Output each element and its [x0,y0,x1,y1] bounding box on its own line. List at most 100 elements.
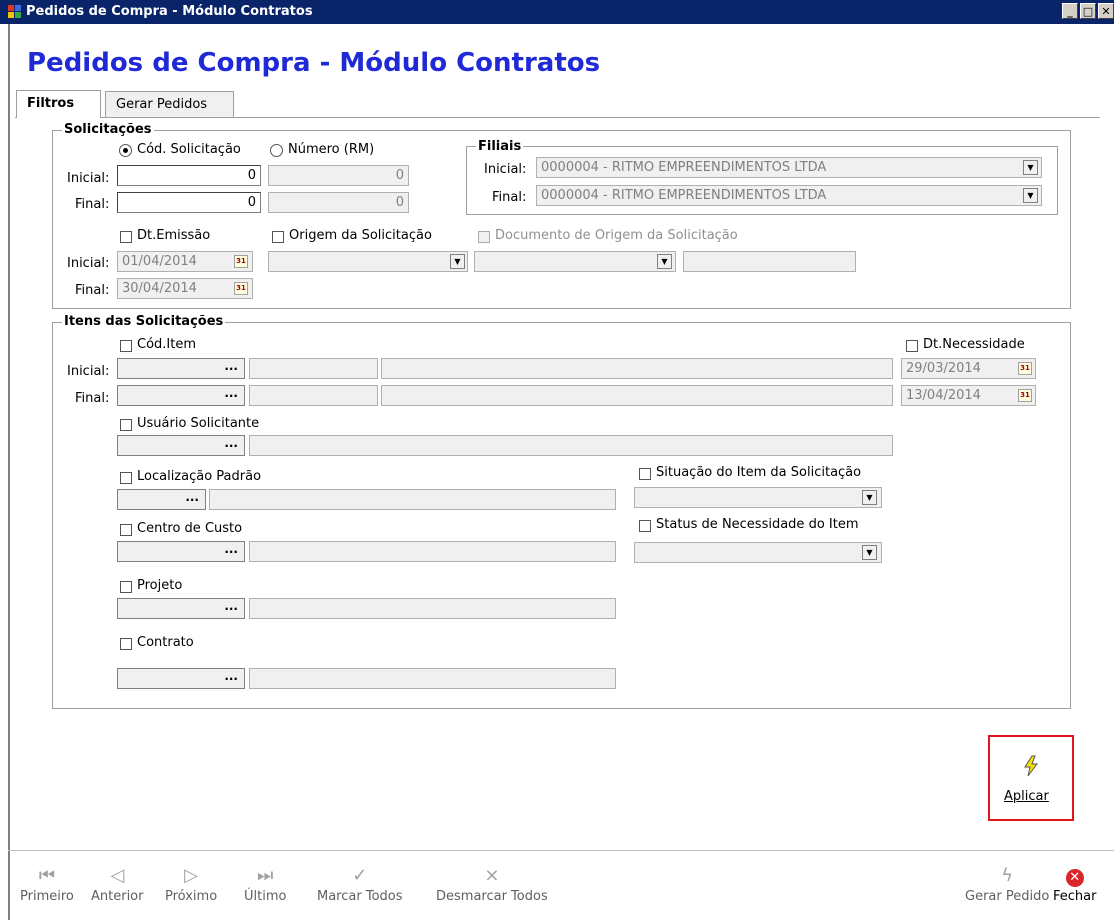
chevron-down-icon[interactable]: ▼ [1023,188,1038,203]
numero-rm-inicial-input[interactable]: 0 [268,165,409,186]
situacao-select[interactable] [634,487,882,508]
chevron-down-icon[interactable]: ▼ [657,254,672,269]
item-final-desc [381,385,893,406]
cod-item-checkbox[interactable] [120,340,132,352]
calendar-icon[interactable]: 31 [234,282,248,295]
proximo-label: Próximo [165,889,218,904]
centro-custo-lookup[interactable]: ... [117,541,245,562]
projeto-lookup[interactable]: ... [117,598,245,619]
documento-origem-select[interactable] [474,251,676,272]
cod-solicitacao-inicial-input[interactable]: 0 [117,165,261,186]
desmarcar-todos-label: Desmarcar Todos [436,889,548,904]
anterior-button[interactable]: ◁ Anterior [91,863,143,904]
contrato-lookup[interactable]: ... [117,668,245,689]
primeiro-label: Primeiro [20,889,74,904]
usuario-desc [249,435,893,456]
item-inicial-code[interactable] [249,358,378,379]
documento-origem-checkbox[interactable] [478,231,490,243]
lightning-icon: ϟ [1001,865,1014,886]
localizacao-checkbox[interactable] [120,472,132,484]
status-checkbox[interactable] [639,520,651,532]
contrato-desc [249,668,616,689]
chevron-down-icon[interactable]: ▼ [862,490,877,505]
itens-group [52,322,1071,709]
first-record-icon: ⏮ [38,865,56,886]
documento-origem-label: Documento de Origem da Solicitação [495,228,738,243]
origem-checkbox[interactable] [272,231,284,243]
calendar-icon[interactable]: 31 [1018,389,1032,402]
close-icon: ✕ [1053,863,1096,889]
status-select[interactable] [634,542,882,563]
dt-emissao-inicial-input[interactable]: 01/04/2014 [117,251,253,272]
calendar-icon[interactable]: 31 [1018,362,1032,375]
numero-rm-final-input[interactable]: 0 [268,192,409,213]
calendar-icon[interactable]: 31 [234,255,248,268]
filial-inicial-select[interactable]: 0000004 - RITMO EMPREENDIMENTOS LTDA [536,157,1042,178]
minimize-button[interactable]: _ [1062,3,1078,19]
item-final-lookup[interactable]: ... [117,385,245,406]
primeiro-button[interactable]: ⏮ Primeiro [20,863,74,904]
localizacao-lookup[interactable]: ... [117,489,206,510]
dt-emissao-final-input[interactable]: 30/04/2014 [117,278,253,299]
chevron-down-icon[interactable]: ▼ [862,545,877,560]
usuario-checkbox[interactable] [120,419,132,431]
centro-custo-checkbox[interactable] [120,524,132,536]
contrato-checkbox[interactable] [120,638,132,650]
ultimo-button[interactable]: ⏭ Último [244,863,286,904]
cod-solicitacao-final-input[interactable]: 0 [117,192,261,213]
gerar-pedido-label: Gerar Pedido [965,889,1050,904]
item-inicial-desc [381,358,893,379]
lightning-icon [1024,755,1038,777]
usuario-lookup[interactable]: ... [117,435,245,456]
dt-inicial-label: Inicial: [67,256,110,271]
window-title-bar[interactable]: Pedidos de Compra - Módulo Contratos _ □… [0,0,1114,24]
radio-cod-solicitacao[interactable] [119,144,132,157]
origem-label: Origem da Solicitação [289,228,432,243]
next-record-icon: ▷ [184,865,198,886]
localizacao-label: Localização Padrão [137,469,262,484]
tab-gerar-pedidos[interactable]: Gerar Pedidos [105,91,234,118]
dt-emissao-checkbox[interactable] [120,231,132,243]
dt-necessidade-final-input[interactable]: 13/04/2014 [901,385,1036,406]
usuario-label: Usuário Solicitante [137,416,260,431]
dt-emissao-label: Dt.Emissão [137,228,211,243]
proximo-button[interactable]: ▷ Próximo [165,863,217,904]
maximize-button[interactable]: □ [1080,3,1096,19]
dt-final-label: Final: [75,283,110,298]
localizacao-desc [209,489,616,510]
filial-final-select[interactable]: 0000004 - RITMO EMPREENDIMENTOS LTDA [536,185,1042,206]
desmarcar-todos-button[interactable]: ⨯ Desmarcar Todos [436,863,548,904]
item-final-label: Final: [75,391,110,406]
last-record-icon: ⏭ [257,865,274,886]
check-all-icon: ✓ [352,865,368,886]
radio-numero-rm[interactable] [270,144,283,157]
marcar-todos-label: Marcar Todos [317,889,403,904]
tab-filtros[interactable]: Filtros [16,90,101,118]
projeto-checkbox[interactable] [120,581,132,593]
previous-record-icon: ◁ [110,865,125,886]
solicitacoes-legend: Solicitações [62,122,154,137]
filial-final-label: Final: [492,190,527,205]
dt-necessidade-inicial-input[interactable]: 29/03/2014 [901,358,1036,379]
dt-necessidade-checkbox[interactable] [906,340,918,352]
chevron-down-icon[interactable]: ▼ [1023,160,1038,175]
close-window-button[interactable]: ✕ [1098,3,1114,19]
origem-select[interactable] [268,251,468,272]
centro-custo-desc [249,541,616,562]
cod-item-label: Cód.Item [137,337,197,352]
uncheck-all-icon: ⨯ [484,865,500,886]
documento-origem-input[interactable] [683,251,856,272]
marcar-todos-button[interactable]: ✓ Marcar Todos [317,863,403,904]
fechar-button[interactable]: ✕ Fechar [1053,863,1096,904]
filiais-legend: Filiais [476,139,524,154]
projeto-label: Projeto [137,578,183,593]
gerar-pedido-button[interactable]: ϟ Gerar Pedido [965,863,1049,904]
dt-necessidade-label: Dt.Necessidade [923,337,1025,352]
chevron-down-icon[interactable]: ▼ [450,254,465,269]
fechar-label: Fechar [1053,889,1097,904]
item-final-code[interactable] [249,385,378,406]
tab-panel-border [15,117,1100,118]
aplicar-button[interactable]: Aplicar [988,735,1074,821]
situacao-checkbox[interactable] [639,468,651,480]
item-inicial-lookup[interactable]: ... [117,358,245,379]
